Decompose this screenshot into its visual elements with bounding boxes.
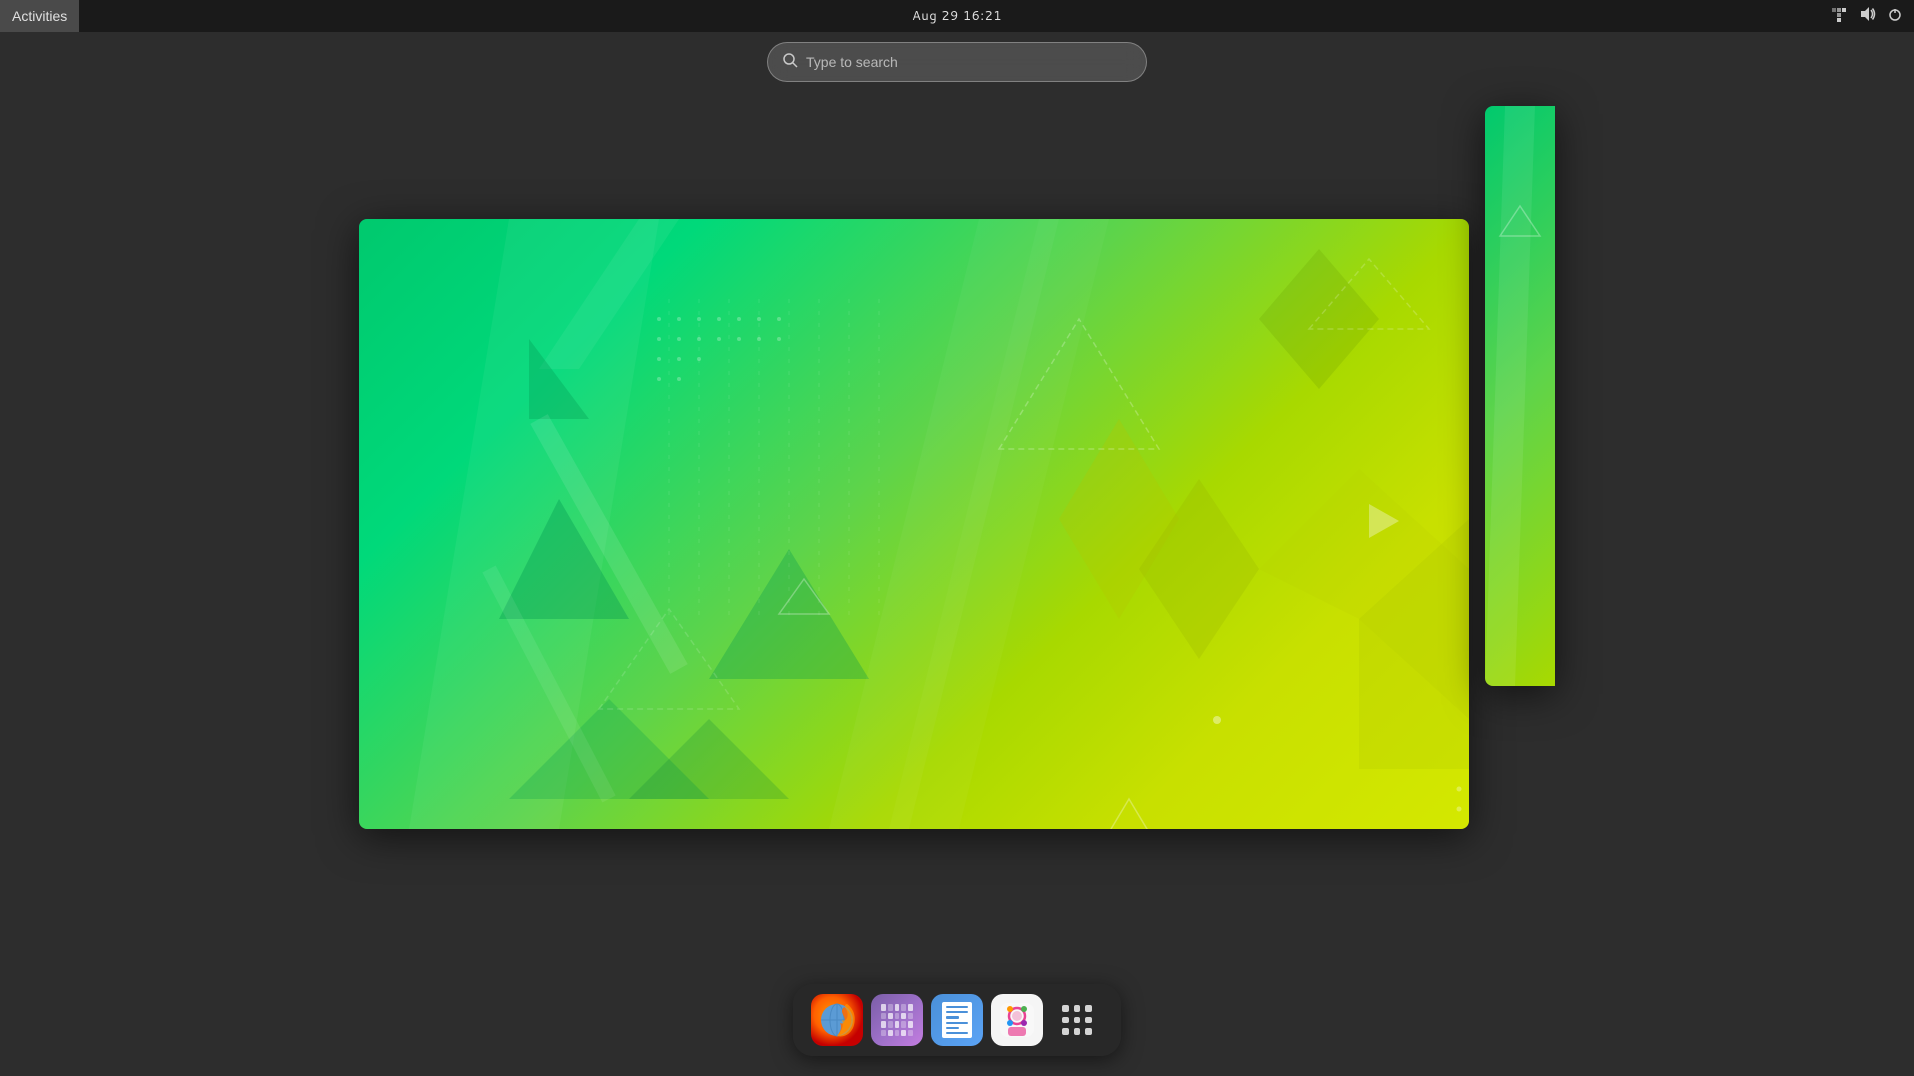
main-window-preview[interactable] xyxy=(359,219,1469,829)
top-bar: Activities Aug 29 16:21 xyxy=(0,0,1914,32)
dock-item-firefox[interactable] xyxy=(811,994,863,1046)
dock-item-documents[interactable] xyxy=(931,994,983,1046)
network-tray-icon[interactable] xyxy=(1828,3,1850,30)
search-container xyxy=(767,42,1147,82)
power-tray-icon[interactable] xyxy=(1884,3,1906,30)
desktop-wallpaper xyxy=(359,219,1469,829)
dock-item-show-applications[interactable] xyxy=(1051,994,1103,1046)
search-bar xyxy=(767,42,1147,82)
activities-button[interactable]: Activities xyxy=(0,0,79,32)
clock-display: Aug 29 16:21 xyxy=(912,7,1002,25)
side-wallpaper xyxy=(1485,106,1555,686)
workspace-area xyxy=(0,32,1914,1076)
search-input[interactable] xyxy=(806,54,1132,70)
dock-item-software[interactable] xyxy=(991,994,1043,1046)
search-icon xyxy=(782,52,798,73)
dock-item-calendar[interactable] xyxy=(871,994,923,1046)
dock xyxy=(793,984,1121,1056)
system-tray xyxy=(1828,0,1906,32)
side-window-preview[interactable] xyxy=(1485,106,1555,686)
sound-tray-icon[interactable] xyxy=(1856,3,1878,30)
